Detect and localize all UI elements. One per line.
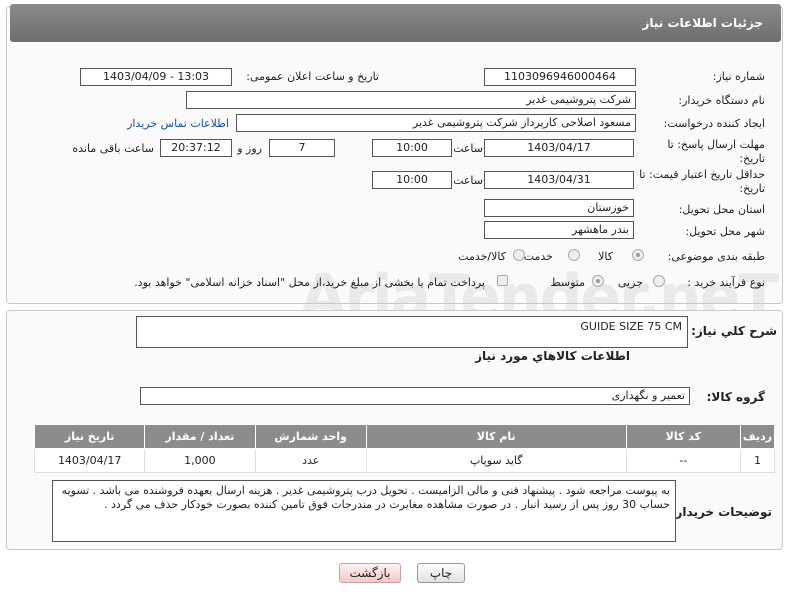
category-option-goods: کالا: [598, 250, 613, 263]
summary-textarea[interactable]: GUIDE SIZE 75 CM: [136, 316, 688, 348]
reply-date-field[interactable]: 1403/04/17: [484, 139, 634, 157]
purchase-option-minor: جزیی: [617, 276, 643, 289]
cell-qty: 1,000: [144, 448, 256, 473]
purchase-radio-medium[interactable]: [592, 275, 604, 287]
cell-code: --: [625, 448, 742, 473]
items-section-title: اطلاعات کالاهاي مورد نياز: [475, 349, 630, 363]
reply-deadline-label: مهلت ارسال پاسخ: تا تاریخ:: [667, 138, 765, 165]
buyer-notes-label: توضیحات خریدار:: [670, 505, 772, 519]
cell-name: گاید سوپاپ: [365, 448, 627, 473]
items-table: ردیف کد کالا نام کالا واحد شمارش تعداد /…: [33, 424, 775, 473]
table-row[interactable]: 1 -- گاید سوپاپ عدد 1,000 1403/04/17: [33, 448, 775, 473]
cell-unit: عدد: [254, 448, 367, 473]
validity-time-field[interactable]: 10:00: [372, 171, 452, 189]
category-label: طبقه بندی موضوعی:: [667, 250, 765, 263]
col-header-name: نام کالا: [365, 424, 627, 449]
days-remaining-field[interactable]: 7: [269, 139, 335, 157]
category-radio-goods-service[interactable]: [513, 249, 525, 261]
remaining-time-field[interactable]: 20:37:12: [160, 139, 232, 157]
col-header-row: ردیف: [740, 424, 775, 449]
cell-date: 1403/04/17: [33, 448, 146, 473]
category-option-service: خدمت: [523, 250, 553, 263]
validity-time-label: ساعت: [453, 174, 483, 187]
back-button[interactable]: بازگشت: [339, 563, 401, 583]
reply-time-field[interactable]: 10:00: [372, 139, 452, 157]
items-table-header: ردیف کد کالا نام کالا واحد شمارش تعداد /…: [33, 424, 775, 449]
treasury-payment-note: پرداخت تمام یا بخشی از مبلغ خرید،از محل …: [134, 276, 485, 289]
print-button[interactable]: چاپ: [417, 563, 465, 583]
requester-label: ایجاد کننده درخواست:: [663, 117, 765, 130]
city-field[interactable]: بندر ماهشهر: [484, 221, 634, 239]
category-radio-service[interactable]: [568, 249, 580, 261]
announce-datetime-field[interactable]: 1403/04/09 - 13:03: [80, 68, 232, 86]
treasury-payment-checkbox[interactable]: [497, 275, 508, 286]
col-header-date: تاریخ نیاز: [33, 424, 146, 449]
purchase-radio-minor[interactable]: [653, 275, 665, 287]
contact-info-link[interactable]: اطلاعات تماس خریدار: [127, 117, 229, 130]
goods-group-field[interactable]: تعمیر و نگهداری: [140, 387, 690, 405]
reply-time-label: ساعت: [453, 142, 483, 155]
purchase-option-medium: متوسط: [550, 276, 585, 289]
remaining-time-label: ساعت باقی مانده: [72, 142, 154, 155]
need-number-label: شماره نیاز:: [712, 70, 765, 83]
price-validity-label: حداقل تاریخ اعتبار قیمت: تا تاریخ:: [639, 168, 765, 195]
summary-label: شرح کلي نياز:: [691, 324, 777, 338]
need-number-field[interactable]: 1103096946000464: [484, 68, 636, 86]
announce-label: تاریخ و ساعت اعلان عمومی:: [246, 70, 379, 83]
buyer-org-label: نام دستگاه خریدار:: [678, 94, 765, 107]
validity-date-field[interactable]: 1403/04/31: [484, 171, 634, 189]
category-option-goods-service: کالا/خدمت: [458, 250, 506, 263]
days-label: روز و: [237, 142, 262, 155]
page-title: جزئیات اطلاعات نیاز: [10, 4, 781, 42]
col-header-qty: تعداد / مقدار: [144, 424, 256, 449]
buyer-org-field[interactable]: شرکت پتروشیمی غدیر: [186, 91, 636, 109]
city-label: شهر محل تحویل:: [685, 225, 765, 238]
category-radio-goods[interactable]: [632, 249, 644, 261]
purchase-type-label: نوع فرآیند خرید :: [687, 276, 765, 289]
goods-group-label: گروه کالا:: [706, 390, 765, 404]
province-field[interactable]: خوزستان: [484, 199, 634, 217]
requester-field[interactable]: مسعود اصلاحی کارپرداز شرکت پتروشیمی غدیر: [236, 114, 636, 132]
cell-row: 1: [740, 448, 775, 473]
col-header-unit: واحد شمارش: [254, 424, 367, 449]
col-header-code: کد کالا: [625, 424, 742, 449]
buyer-notes-textarea[interactable]: به پیوست مراجعه شود . پیشنهاد فنی و مالی…: [52, 480, 676, 542]
province-label: استان محل تحویل:: [678, 203, 765, 216]
